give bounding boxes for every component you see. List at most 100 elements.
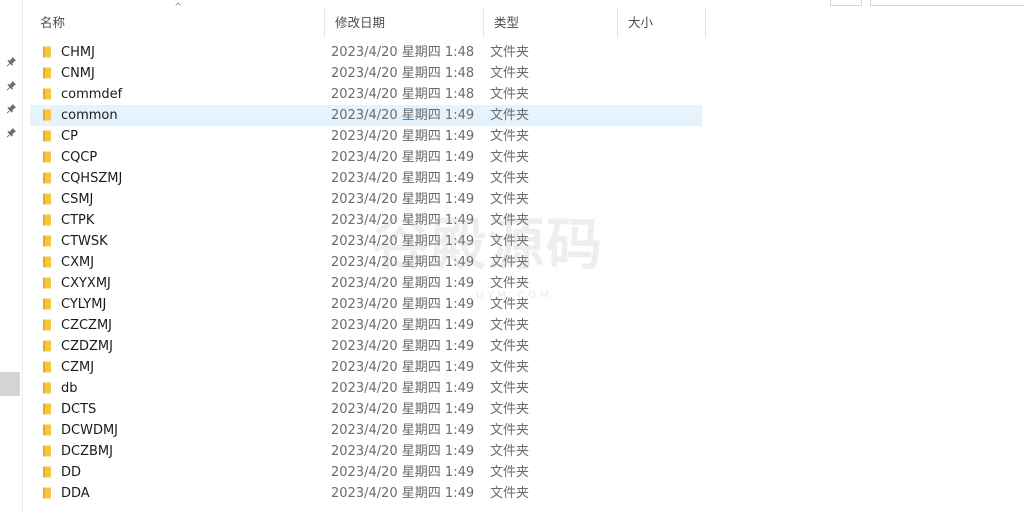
- file-modified-date: 2023/4/20 星期四 1:49: [331, 150, 475, 165]
- file-row[interactable]: CNMJ 2023/4/20 星期四 1:48 文件夹: [30, 63, 702, 84]
- column-header-type[interactable]: 类型: [484, 8, 618, 38]
- file-row[interactable]: CXMJ 2023/4/20 星期四 1:49 文件夹: [30, 252, 702, 273]
- file-type: 文件夹: [490, 486, 530, 501]
- folder-icon: [43, 67, 51, 79]
- file-name: DD: [61, 465, 82, 480]
- file-type: 文件夹: [490, 255, 530, 270]
- file-list: CHMJ 2023/4/20 星期四 1:48 文件夹 CNMJ 2023/4/20 星…: [30, 42, 702, 504]
- column-header-size[interactable]: 大小: [618, 8, 706, 38]
- folder-icon: [43, 88, 51, 100]
- file-name: DCWDMJ: [61, 423, 119, 438]
- column-header: ^ 名称 修改日期 类型 大小: [30, 2, 710, 38]
- folder-icon: [43, 340, 51, 352]
- file-row[interactable]: CYLYMJ 2023/4/20 星期四 1:49 文件夹: [30, 294, 702, 315]
- file-name: CQCP: [61, 150, 98, 165]
- pin-icon[interactable]: [6, 80, 17, 91]
- file-modified-date: 2023/4/20 星期四 1:49: [331, 129, 475, 144]
- file-row[interactable]: CZDZMJ 2023/4/20 星期四 1:49 文件夹: [30, 336, 702, 357]
- file-row[interactable]: CZCZMJ 2023/4/20 星期四 1:49 文件夹: [30, 315, 702, 336]
- file-name: CZMJ: [61, 360, 95, 375]
- navigation-pane: [0, 0, 23, 514]
- folder-icon: [43, 214, 51, 226]
- file-row[interactable]: CP 2023/4/20 星期四 1:49 文件夹: [30, 126, 702, 147]
- file-modified-date: 2023/4/20 星期四 1:49: [331, 276, 475, 291]
- pin-icon[interactable]: [6, 127, 17, 138]
- file-type: 文件夹: [490, 381, 530, 396]
- file-type: 文件夹: [490, 465, 530, 480]
- file-row[interactable]: CQHSZMJ 2023/4/20 星期四 1:49 文件夹: [30, 168, 702, 189]
- folder-icon: [43, 319, 51, 331]
- file-modified-date: 2023/4/20 星期四 1:49: [331, 255, 475, 270]
- column-header-modified[interactable]: 修改日期: [325, 8, 484, 38]
- file-row[interactable]: CQCP 2023/4/20 星期四 1:49 文件夹: [30, 147, 702, 168]
- column-header-name[interactable]: 名称: [30, 8, 325, 38]
- file-row[interactable]: CTPK 2023/4/20 星期四 1:49 文件夹: [30, 210, 702, 231]
- file-modified-date: 2023/4/20 星期四 1:49: [331, 171, 475, 186]
- folder-icon: [43, 424, 51, 436]
- file-type: 文件夹: [490, 276, 530, 291]
- file-type: 文件夹: [490, 192, 530, 207]
- file-type: 文件夹: [490, 45, 530, 60]
- refresh-button[interactable]: [830, 0, 862, 6]
- file-modified-date: 2023/4/20 星期四 1:48: [331, 45, 475, 60]
- file-name: CZCZMJ: [61, 318, 113, 333]
- file-type: 文件夹: [490, 171, 530, 186]
- file-type: 文件夹: [490, 423, 530, 438]
- file-modified-date: 2023/4/20 星期四 1:49: [331, 108, 475, 123]
- file-row[interactable]: db 2023/4/20 星期四 1:49 文件夹: [30, 378, 702, 399]
- file-modified-date: 2023/4/20 星期四 1:49: [331, 423, 475, 438]
- file-row[interactable]: CZMJ 2023/4/20 星期四 1:49 文件夹: [30, 357, 702, 378]
- nav-scrollbar-thumb[interactable]: [0, 372, 20, 396]
- file-name: CXMJ: [61, 255, 95, 270]
- folder-icon: [43, 445, 51, 457]
- file-modified-date: 2023/4/20 星期四 1:49: [331, 486, 475, 501]
- file-modified-date: 2023/4/20 星期四 1:49: [331, 339, 475, 354]
- folder-icon: [43, 256, 51, 268]
- file-row[interactable]: CSMJ 2023/4/20 星期四 1:49 文件夹: [30, 189, 702, 210]
- file-modified-date: 2023/4/20 星期四 1:49: [331, 213, 475, 228]
- file-row[interactable]: DDA 2023/4/20 星期四 1:49 文件夹: [30, 483, 702, 504]
- file-type: 文件夹: [490, 360, 530, 375]
- file-name: CTWSK: [61, 234, 108, 249]
- file-name: db: [61, 381, 78, 396]
- folder-icon: [43, 466, 51, 478]
- folder-icon: [43, 487, 51, 499]
- file-name: CSMJ: [61, 192, 94, 207]
- file-name: CQHSZMJ: [61, 171, 123, 186]
- folder-icon: [43, 151, 51, 163]
- file-row[interactable]: CTWSK 2023/4/20 星期四 1:49 文件夹: [30, 231, 702, 252]
- folder-icon: [43, 382, 51, 394]
- file-name: CZDZMJ: [61, 339, 113, 354]
- folder-icon: [43, 277, 51, 289]
- file-name: CTPK: [61, 213, 95, 228]
- folder-icon: [43, 46, 51, 58]
- file-row[interactable]: commdef 2023/4/20 星期四 1:48 文件夹: [30, 84, 702, 105]
- file-type: 文件夹: [490, 318, 530, 333]
- file-row[interactable]: CHMJ 2023/4/20 星期四 1:48 文件夹: [30, 42, 702, 63]
- folder-icon: [43, 235, 51, 247]
- file-type: 文件夹: [490, 402, 530, 417]
- pin-icon[interactable]: [6, 56, 17, 67]
- file-row[interactable]: DD 2023/4/20 星期四 1:49 文件夹: [30, 462, 702, 483]
- file-modified-date: 2023/4/20 星期四 1:48: [331, 66, 475, 81]
- file-name: commdef: [61, 87, 123, 102]
- file-modified-date: 2023/4/20 星期四 1:49: [331, 444, 475, 459]
- file-row[interactable]: DCZBMJ 2023/4/20 星期四 1:49 文件夹: [30, 441, 702, 462]
- file-type: 文件夹: [490, 150, 530, 165]
- folder-icon: [43, 403, 51, 415]
- pin-icon[interactable]: [6, 103, 17, 114]
- file-type: 文件夹: [490, 66, 530, 81]
- file-type: 文件夹: [490, 339, 530, 354]
- folder-icon: [43, 130, 51, 142]
- folder-icon: [43, 193, 51, 205]
- file-name: DCZBMJ: [61, 444, 113, 459]
- file-row[interactable]: DCTS 2023/4/20 星期四 1:49 文件夹: [30, 399, 702, 420]
- file-explorer-window: ^ 名称 修改日期 类型 大小 CHMJ 2023/4/20 星期四 1:48 文件…: [0, 0, 1024, 514]
- file-row[interactable]: CXYXMJ 2023/4/20 星期四 1:49 文件夹: [30, 273, 702, 294]
- file-row[interactable]: common 2023/4/20 星期四 1:49 文件夹: [30, 105, 702, 126]
- search-box[interactable]: [870, 0, 1024, 6]
- folder-icon: [43, 109, 51, 121]
- file-modified-date: 2023/4/20 星期四 1:49: [331, 234, 475, 249]
- file-row[interactable]: DCWDMJ 2023/4/20 星期四 1:49 文件夹: [30, 420, 702, 441]
- file-modified-date: 2023/4/20 星期四 1:49: [331, 381, 475, 396]
